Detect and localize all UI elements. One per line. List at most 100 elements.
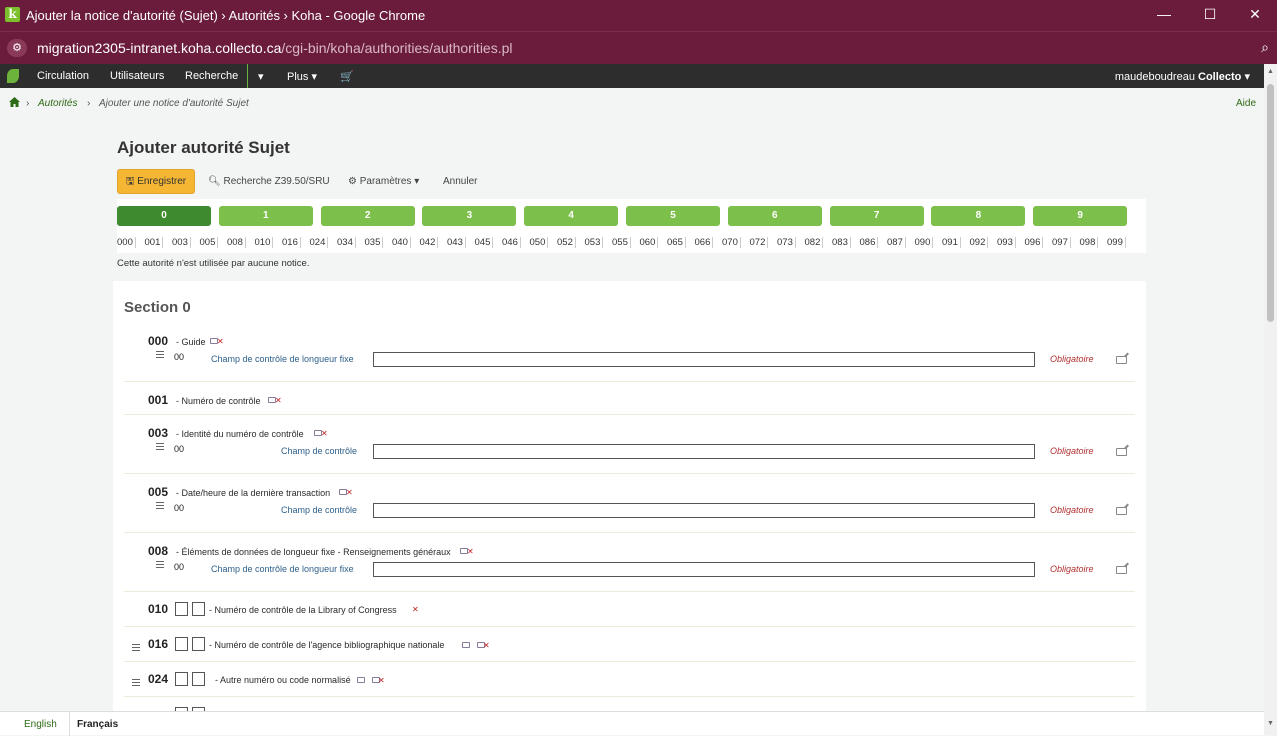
z3950-search-button[interactable]: 🔍︎ Recherche Z39.50/SRU — [208, 176, 330, 187]
field-link-035[interactable]: 035 — [365, 237, 384, 248]
field-link-001[interactable]: 001 — [145, 237, 164, 248]
field-link-040[interactable]: 040 — [392, 237, 411, 248]
field-link-060[interactable]: 060 — [640, 237, 659, 248]
scrollbar-thumb[interactable] — [1267, 84, 1274, 322]
nav-utilisateurs[interactable]: Utilisateurs — [110, 70, 164, 82]
maximize-button[interactable]: ☐ — [1200, 6, 1220, 23]
field-link-091[interactable]: 091 — [942, 237, 961, 248]
field-link-097[interactable]: 097 — [1052, 237, 1071, 248]
repeat-tag-icon[interactable] — [357, 677, 365, 683]
user-menu[interactable]: maudeboudreau Collecto ▾ — [1115, 70, 1250, 83]
subfield-input[interactable] — [373, 352, 1035, 367]
field-link-055[interactable]: 055 — [612, 237, 631, 248]
delete-tag-icon[interactable]: ✕ — [321, 429, 328, 438]
field-link-086[interactable]: 086 — [860, 237, 879, 248]
drag-handle-icon[interactable] — [156, 502, 164, 509]
repeat-tag-icon[interactable] — [462, 642, 470, 648]
field-link-093[interactable]: 093 — [997, 237, 1016, 248]
save-button[interactable]: 🖫 Enregistrer — [117, 169, 195, 194]
field-link-043[interactable]: 043 — [447, 237, 466, 248]
field-link-000[interactable]: 000 — [117, 237, 136, 248]
indicator-2-input[interactable] — [192, 637, 205, 651]
delete-tag-icon[interactable]: ✕ — [467, 547, 474, 556]
language-francais[interactable]: Français — [77, 719, 118, 730]
language-english[interactable]: English — [24, 719, 57, 730]
tab-section-8[interactable]: 8 — [931, 206, 1026, 226]
field-link-072[interactable]: 072 — [750, 237, 769, 248]
tab-section-2[interactable]: 2 — [320, 206, 415, 226]
page-scrollbar[interactable]: ▲ ▼ — [1264, 64, 1277, 735]
minimize-button[interactable]: — — [1154, 6, 1174, 22]
tab-section-0[interactable]: 0 — [117, 206, 211, 226]
field-link-024[interactable]: 024 — [310, 237, 329, 248]
tab-section-5[interactable]: 5 — [626, 206, 720, 226]
field-link-099[interactable]: 099 — [1107, 237, 1126, 248]
field-link-045[interactable]: 045 — [475, 237, 494, 248]
field-link-096[interactable]: 096 — [1025, 237, 1044, 248]
delete-tag-icon[interactable]: ✕ — [378, 676, 385, 685]
drag-handle-icon[interactable] — [156, 351, 164, 358]
edit-subfield-icon[interactable] — [1116, 448, 1127, 456]
field-link-034[interactable]: 034 — [337, 237, 356, 248]
field-link-042[interactable]: 042 — [420, 237, 439, 248]
indicator-2-input[interactable] — [192, 602, 205, 616]
field-link-090[interactable]: 090 — [915, 237, 934, 248]
home-icon[interactable] — [9, 97, 20, 107]
field-link-070[interactable]: 070 — [722, 237, 741, 248]
field-link-050[interactable]: 050 — [530, 237, 549, 248]
indicator-1-input[interactable] — [175, 602, 188, 616]
close-window-button[interactable]: ✕ — [1245, 6, 1265, 23]
field-link-065[interactable]: 065 — [667, 237, 686, 248]
cart-icon[interactable]: 🛒 — [340, 70, 354, 83]
delete-tag-icon[interactable]: ✕ — [217, 337, 224, 346]
scroll-up-arrow-icon[interactable]: ▲ — [1267, 68, 1274, 75]
nav-circulation[interactable]: Circulation — [37, 70, 89, 82]
tab-section-6[interactable]: 6 — [727, 206, 822, 226]
delete-tag-icon[interactable]: ✕ — [346, 488, 353, 497]
delete-tag-icon[interactable]: ✕ — [483, 641, 490, 650]
delete-tag-icon[interactable]: ✕ — [412, 605, 419, 614]
field-link-092[interactable]: 092 — [970, 237, 989, 248]
field-link-046[interactable]: 046 — [502, 237, 521, 248]
delete-tag-icon[interactable]: ✕ — [275, 396, 282, 405]
indicator-1-input[interactable] — [175, 672, 188, 686]
breadcrumb-autorites-link[interactable]: Autorités — [38, 98, 77, 109]
field-link-010[interactable]: 010 — [255, 237, 274, 248]
subfield-input[interactable] — [373, 562, 1035, 577]
zoom-icon[interactable]: ⌕ — [1261, 39, 1269, 56]
nav-recherche[interactable]: Recherche — [185, 70, 238, 82]
tab-section-1[interactable]: 1 — [218, 206, 313, 226]
field-link-083[interactable]: 083 — [832, 237, 851, 248]
search-dropdown-caret-icon[interactable]: ▾ — [258, 70, 264, 83]
url-text[interactable]: migration2305-intranet.koha.collecto.ca/… — [37, 40, 513, 56]
field-link-005[interactable]: 005 — [200, 237, 219, 248]
tab-section-9[interactable]: 9 — [1033, 206, 1128, 226]
tab-section-7[interactable]: 7 — [829, 206, 924, 226]
edit-subfield-icon[interactable] — [1116, 507, 1127, 515]
settings-button[interactable]: ⚙ Paramètres ▾ — [348, 176, 419, 187]
indicator-1-input[interactable] — [175, 637, 188, 651]
scroll-down-arrow-icon[interactable]: ▼ — [1267, 720, 1274, 727]
help-link[interactable]: Aide — [1236, 98, 1256, 109]
drag-handle-icon[interactable] — [132, 679, 140, 686]
cancel-button[interactable]: Annuler — [443, 176, 477, 187]
drag-handle-icon[interactable] — [156, 561, 164, 568]
koha-logo-icon[interactable] — [7, 69, 19, 83]
field-link-087[interactable]: 087 — [887, 237, 906, 248]
nav-plus-menu[interactable]: Plus ▾ — [287, 70, 317, 83]
subfield-input[interactable] — [373, 444, 1035, 459]
tab-section-3[interactable]: 3 — [422, 206, 517, 226]
field-link-052[interactable]: 052 — [557, 237, 576, 248]
field-link-066[interactable]: 066 — [695, 237, 714, 248]
site-settings-icon[interactable]: ⚙ — [7, 39, 27, 57]
tab-section-4[interactable]: 4 — [524, 206, 619, 226]
field-link-003[interactable]: 003 — [172, 237, 191, 248]
field-link-053[interactable]: 053 — [585, 237, 604, 248]
subfield-input[interactable] — [373, 503, 1035, 518]
field-link-016[interactable]: 016 — [282, 237, 301, 248]
field-link-008[interactable]: 008 — [227, 237, 246, 248]
field-link-082[interactable]: 082 — [805, 237, 824, 248]
field-link-073[interactable]: 073 — [777, 237, 796, 248]
drag-handle-icon[interactable] — [132, 644, 140, 651]
address-bar[interactable]: ⚙ migration2305-intranet.koha.collecto.c… — [0, 31, 1277, 64]
